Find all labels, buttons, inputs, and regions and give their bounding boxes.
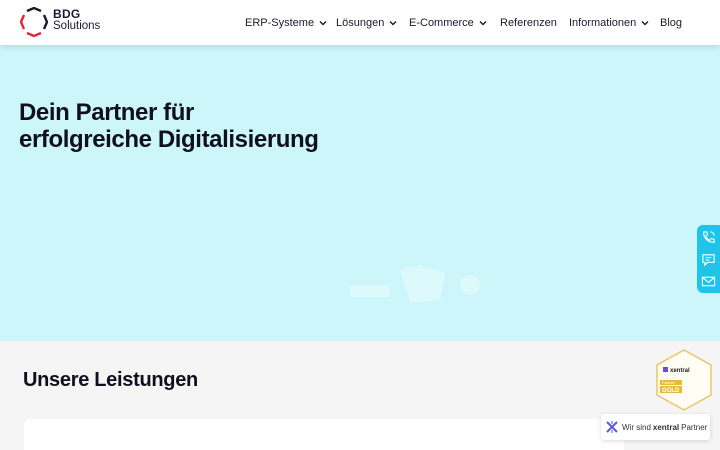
nav-label: Informationen [569,17,637,29]
chevron-down-icon [479,21,487,26]
chevron-down-icon [389,21,397,26]
nav-label: E-Commerce [409,17,474,29]
xentral-partner-pill[interactable]: Wir sind xentral Partner [601,414,710,440]
nav-item-referenzen[interactable]: Referenzen [500,15,557,31]
nav-item-loesungen[interactable]: Lösungen [336,15,398,31]
nav-item-informationen[interactable]: Informationen [569,15,650,31]
logo-line1: BDG [53,7,81,21]
badge-brand: xentral [670,368,690,374]
chevron-down-icon [319,21,327,26]
xentral-logo-icon [663,367,668,372]
hero-section: Dein Partner für erfolgreiche Digitalisi… [0,45,720,341]
hero-background-graphic [350,265,480,303]
nav-label: Blog [660,17,683,29]
partner-brand: xentral [652,422,680,432]
section-title: Unsere Leistungen [23,369,198,391]
hero-title-line2: erfolgreiche Digitalisierung [19,126,319,153]
badge-tier: GOLD [662,388,680,394]
hero-title-line1: Dein Partner für [19,99,194,126]
partner-prefix: Wir sind [622,422,651,432]
bdg-logo[interactable]: BDG Solutions [20,7,105,37]
chat-icon[interactable] [701,252,716,267]
logo-text: BDG Solutions [53,8,100,32]
phone-icon[interactable] [701,230,716,245]
nav-label: Referenzen [500,17,557,29]
xentral-x-icon [606,421,618,433]
logo-line2: Solutions [53,20,101,32]
nav-label: ERP-Systeme [245,17,315,29]
partner-suffix: Partner [681,422,708,432]
nav-item-erp-systeme[interactable]: ERP-Systeme [245,15,328,31]
xentral-gold-partner-badge: xentral Partner GOLD [656,349,712,411]
badge-tier-label: Partner [662,380,676,385]
site-header: BDG Solutions ERP-Systeme Lösungen E-Com… [0,0,720,45]
nav-item-blog[interactable]: Blog [660,15,682,31]
chevron-down-icon [641,21,649,26]
hero-title: Dein Partner für erfolgreiche Digitalisi… [19,99,419,153]
nav-label: Lösungen [336,17,385,29]
nav-item-e-commerce[interactable]: E-Commerce [409,15,488,31]
side-contact-bar [697,225,720,293]
bdg-logo-mark-icon [20,7,48,37]
mail-icon[interactable] [701,274,716,289]
service-card [24,419,624,450]
